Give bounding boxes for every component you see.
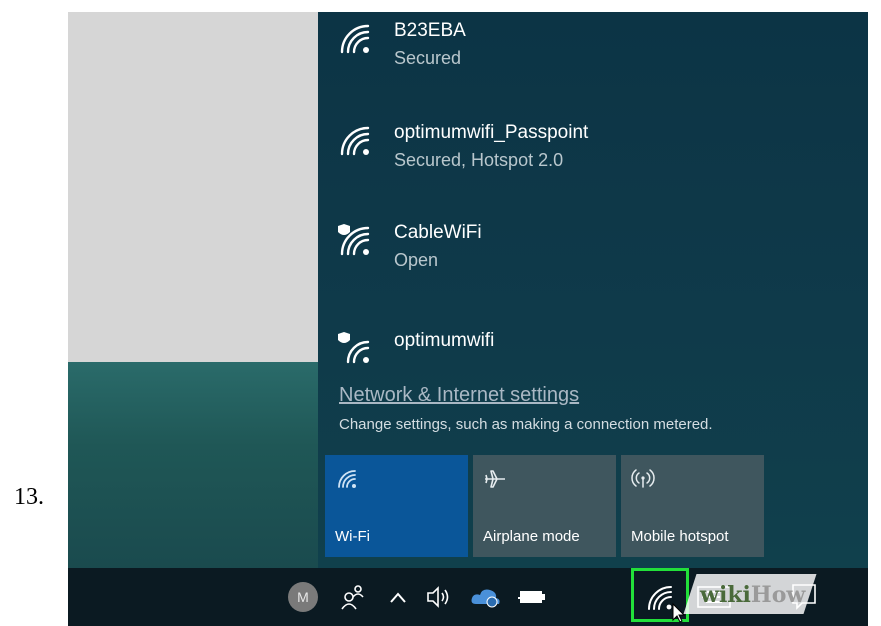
- network-status: Open: [394, 250, 439, 270]
- airplane-icon: [485, 470, 505, 488]
- hotspot-icon: [631, 469, 655, 488]
- mobile-hotspot-tile[interactable]: Mobile hotspot: [621, 455, 764, 557]
- watermark-logo: wikiHow: [700, 582, 805, 608]
- airplane-mode-tile[interactable]: Airplane mode: [473, 455, 616, 557]
- shield-icon: [338, 224, 350, 235]
- tile-label: Wi-Fi: [335, 528, 370, 545]
- shield-icon: [338, 332, 350, 343]
- tile-label: Airplane mode: [483, 528, 580, 545]
- wifi-icon: [338, 470, 356, 488]
- network-name: optimumwifi: [394, 330, 495, 351]
- wifi-icon: [340, 24, 370, 54]
- network-settings-link[interactable]: Network & Internet settings: [339, 384, 579, 407]
- chevron-up-icon[interactable]: [386, 586, 410, 610]
- network-name: optimumwifi_Passpoint: [394, 122, 589, 143]
- wifi-toggle-tile[interactable]: Wi-Fi: [325, 455, 468, 557]
- network-status: Secured: [394, 48, 462, 68]
- desktop-window: [68, 12, 318, 362]
- wifi-icon: [338, 332, 370, 364]
- network-item[interactable]: CableWiFi Open: [336, 216, 816, 286]
- network-item[interactable]: optimumwifi_Passpoint Secured, Hotspot 2…: [336, 116, 816, 186]
- desktop-background: [68, 362, 318, 572]
- battery-icon[interactable]: [516, 586, 548, 608]
- onedrive-icon[interactable]: [470, 584, 502, 610]
- watermark-part1: wiki: [700, 582, 751, 608]
- screenshot: B23EBA Secured optimumwifi_Passpoint Sec…: [68, 12, 868, 626]
- wifi-icon: [338, 224, 370, 256]
- people-icon[interactable]: [338, 582, 368, 612]
- network-item[interactable]: B23EBA Secured: [336, 14, 816, 84]
- wifi-icon: [340, 126, 370, 156]
- network-name: CableWiFi: [394, 222, 482, 243]
- step-number: 13.: [14, 484, 44, 510]
- tile-label: Mobile hotspot: [631, 528, 729, 545]
- watermark-part2: How: [750, 582, 806, 608]
- network-status: Secured, Hotspot 2.0: [394, 150, 564, 170]
- network-settings-description: Change settings, such as making a connec…: [339, 416, 713, 433]
- network-flyout: B23EBA Secured optimumwifi_Passpoint Sec…: [318, 12, 868, 572]
- network-name: B23EBA: [394, 20, 466, 41]
- volume-icon[interactable]: [424, 583, 454, 611]
- avatar[interactable]: M: [288, 582, 318, 612]
